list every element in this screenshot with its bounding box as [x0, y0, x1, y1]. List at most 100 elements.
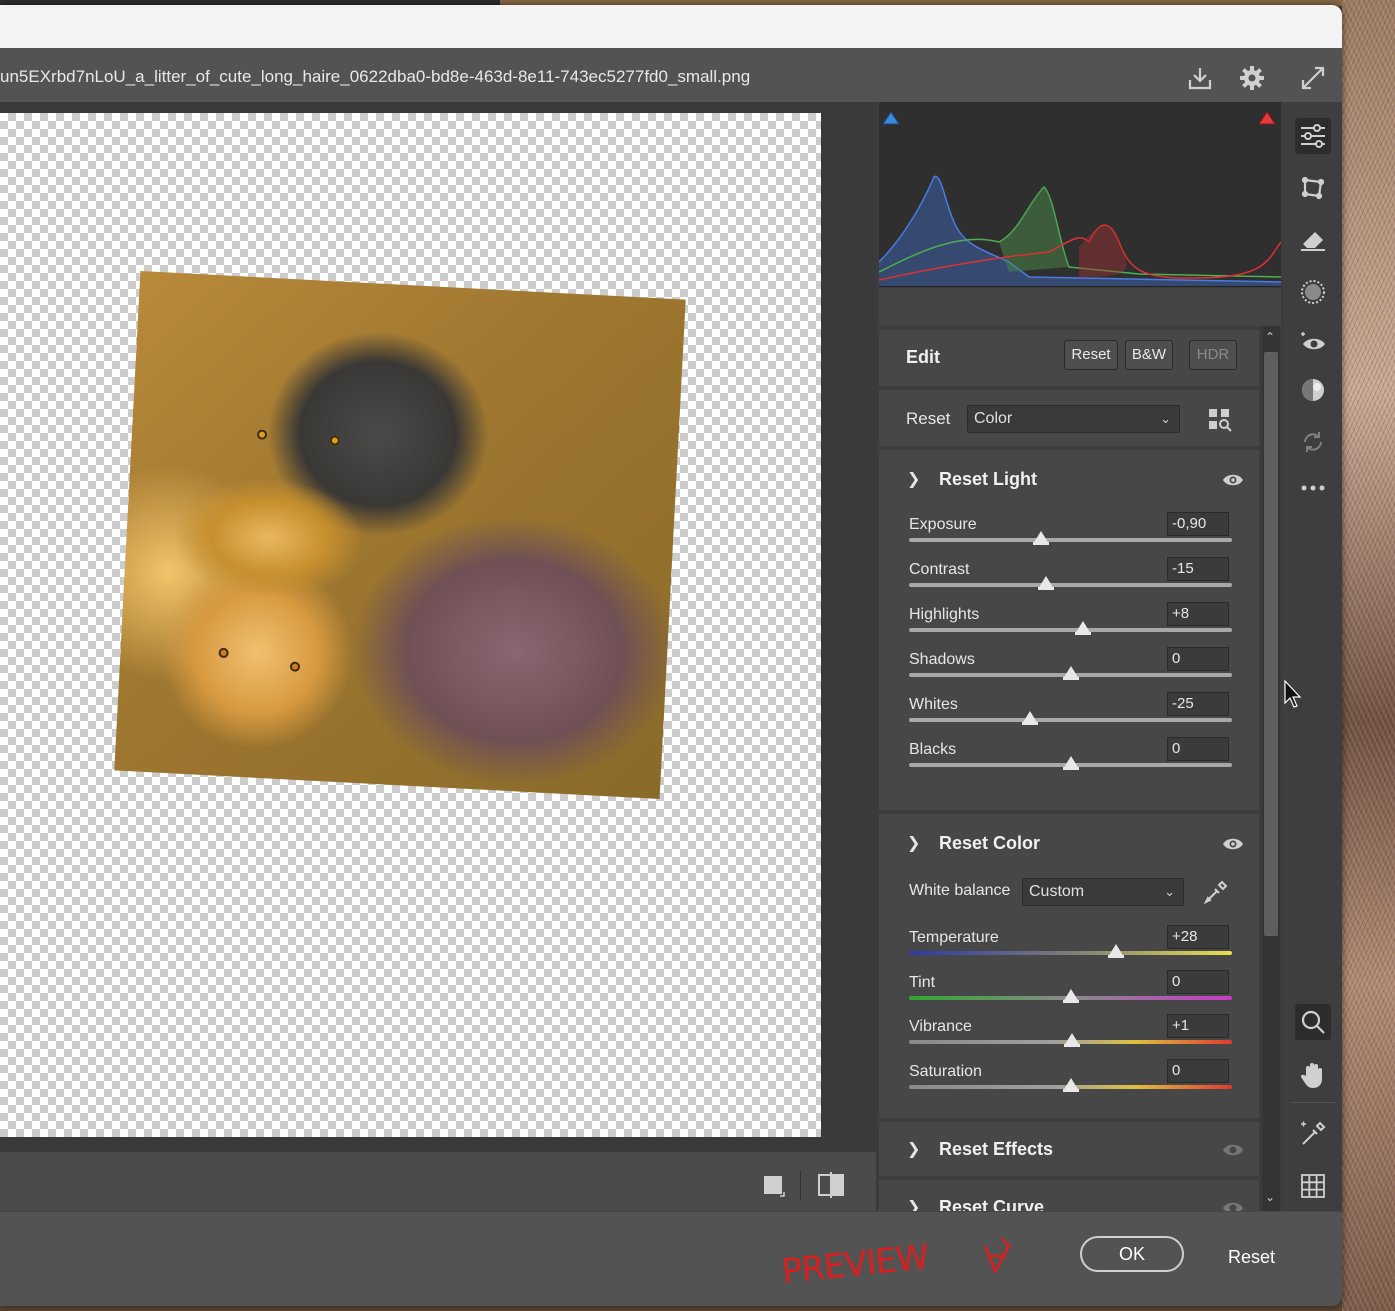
cat-photo [114, 271, 686, 799]
bw-button[interactable]: B&W [1125, 340, 1173, 370]
eraser-icon[interactable] [1295, 222, 1331, 258]
visibility-eye-icon[interactable] [1222, 473, 1244, 487]
image-canvas[interactable] [0, 102, 876, 1152]
vibrance-slider-thumb[interactable] [1064, 1033, 1081, 1048]
temperature-value-field[interactable]: +28 [1167, 925, 1229, 949]
edit-sliders-icon[interactable] [1295, 118, 1331, 154]
preview-scribble: PREVIEW [780, 1237, 1012, 1288]
profile-label: Reset [906, 409, 951, 428]
light-section-title[interactable]: Reset Light [939, 469, 1037, 490]
temperature-slider-thumb[interactable] [1107, 944, 1124, 958]
camera-raw-dialog: un5EXrbd7nLoU_a_litter_of_cute_long_hair… [0, 5, 1342, 1306]
white-balance-label: White balance [909, 882, 1011, 899]
crop-icon[interactable] [1295, 170, 1331, 206]
eyedropper-icon[interactable] [1202, 878, 1230, 911]
contrast-label: Contrast [909, 561, 970, 578]
vibrance-label: Vibrance [909, 1018, 972, 1036]
blacks-label: Blacks [909, 741, 957, 758]
highlights-value-field[interactable]: +8 [1167, 602, 1229, 626]
reset-button[interactable]: Reset [1064, 340, 1118, 370]
visibility-eye-icon[interactable] [1222, 1143, 1244, 1157]
zoom-icon[interactable] [1295, 1004, 1331, 1040]
masking-icon[interactable] [1295, 274, 1331, 310]
cat-eye [256, 429, 268, 440]
before-after-icon[interactable] [816, 1172, 846, 1203]
save-icon[interactable] [1185, 63, 1215, 93]
chevron-down-icon: ⌄ [1160, 411, 1171, 426]
tint-label: Tint [909, 973, 936, 991]
saturation-value-field[interactable]: 0 [1167, 1059, 1229, 1084]
exposure-slider-thumb[interactable] [1033, 531, 1050, 545]
fullscreen-icon[interactable] [1298, 63, 1328, 93]
profile-value: Color [974, 410, 1013, 427]
scroll-thumb[interactable] [1264, 352, 1278, 936]
scroll-up-icon[interactable]: ⌃ [1265, 330, 1275, 344]
more-icon[interactable] [1295, 470, 1331, 506]
chevron-right-icon[interactable]: ❯ [907, 1197, 920, 1211]
background-photo [1342, 0, 1395, 1311]
tint-slider-thumb[interactable] [1062, 988, 1079, 1003]
edit-title: Edit [906, 347, 940, 367]
panel-scrollbar[interactable]: ⌃ ⌄ [1262, 326, 1280, 1211]
snapshot-icon[interactable] [1295, 424, 1331, 460]
profile-dropdown[interactable]: Color ⌄ [967, 405, 1180, 433]
footer-reset-button[interactable]: Reset [1228, 1247, 1275, 1268]
toolbar-divider [1291, 1102, 1335, 1103]
chevron-down-icon[interactable]: ❯ [907, 469, 920, 489]
whites-value-field[interactable]: -25 [1167, 692, 1229, 716]
cat-eye [289, 661, 301, 672]
contrast-slider-track[interactable] [909, 583, 1232, 587]
temperature-slider-track[interactable] [909, 951, 1232, 955]
redeye-icon[interactable] [1295, 326, 1331, 362]
exposure-value-field[interactable]: -0,90 [1167, 512, 1229, 536]
visibility-eye-icon[interactable] [1222, 1201, 1244, 1211]
scroll-down-icon[interactable]: ⌄ [1265, 1190, 1275, 1204]
histogram-graph [878, 111, 1282, 286]
shadows-slider-thumb[interactable] [1062, 666, 1079, 680]
edit-header: Edit Reset B&W HDR [879, 330, 1259, 386]
profile-browser-icon[interactable] [1208, 408, 1232, 437]
cat-eye [329, 435, 341, 446]
highlights-slider-track[interactable] [909, 628, 1232, 632]
visibility-eye-icon[interactable] [1222, 837, 1244, 851]
saturation-label: Saturation [909, 1063, 982, 1081]
blacks-value-field[interactable]: 0 [1167, 737, 1229, 761]
vibrance-value-field[interactable]: +1 [1167, 1014, 1229, 1039]
effects-section-title[interactable]: Reset Effects [939, 1139, 1053, 1160]
exposure-slider-track[interactable] [909, 538, 1232, 542]
hand-icon[interactable] [1295, 1056, 1331, 1092]
blacks-slider-thumb[interactable] [1062, 756, 1079, 770]
curve-section: ❯ Reset Curve [879, 1180, 1259, 1211]
title-bar [0, 5, 1342, 48]
hdr-button[interactable]: HDR [1189, 340, 1237, 370]
contrast-value-field[interactable]: -15 [1167, 557, 1229, 581]
color-section-title[interactable]: Reset Color [939, 833, 1040, 854]
highlights-slider-thumb[interactable] [1075, 621, 1092, 635]
shadows-value-field[interactable]: 0 [1167, 647, 1229, 671]
tool-strip [1283, 102, 1342, 1211]
presets-icon[interactable] [1295, 372, 1331, 408]
tint-value-field[interactable]: 0 [1167, 969, 1229, 994]
white-balance-dropdown[interactable]: Custom ⌄ [1022, 878, 1184, 906]
saturation-slider-thumb[interactable] [1062, 1078, 1079, 1093]
ok-button[interactable]: OK [1080, 1236, 1184, 1272]
canvas-bottom-bar [0, 1152, 876, 1216]
svg-text:PREVIEW: PREVIEW [780, 1237, 931, 1288]
contrast-slider-thumb[interactable] [1038, 576, 1055, 590]
single-view-icon[interactable] [762, 1172, 788, 1203]
edit-panel: Edit Reset B&W HDR Reset Color ⌄ ❯ Reset… [876, 102, 1283, 1211]
gear-icon[interactable] [1237, 63, 1267, 93]
profile-row: Reset Color ⌄ [879, 390, 1259, 446]
color-sampler-icon[interactable] [1295, 1116, 1331, 1152]
grid-icon[interactable] [1295, 1168, 1331, 1204]
whites-slider-thumb[interactable] [1022, 711, 1039, 725]
header-bar: un5EXrbd7nLoU_a_litter_of_cute_long_hair… [0, 48, 1342, 107]
white-balance-value: Custom [1029, 883, 1085, 900]
light-section: ❯ Reset Light Exposure -0,90 Contrast -15 Hi… [879, 450, 1259, 810]
edit-sections: Edit Reset B&W HDR Reset Color ⌄ ❯ Reset… [879, 326, 1259, 1211]
chevron-right-icon[interactable]: ❯ [907, 1139, 920, 1159]
chevron-down-icon[interactable]: ❯ [907, 833, 920, 853]
curve-section-title[interactable]: Reset Curve [939, 1197, 1044, 1211]
whites-slider-track[interactable] [909, 718, 1232, 722]
temperature-label: Temperature [909, 929, 999, 946]
